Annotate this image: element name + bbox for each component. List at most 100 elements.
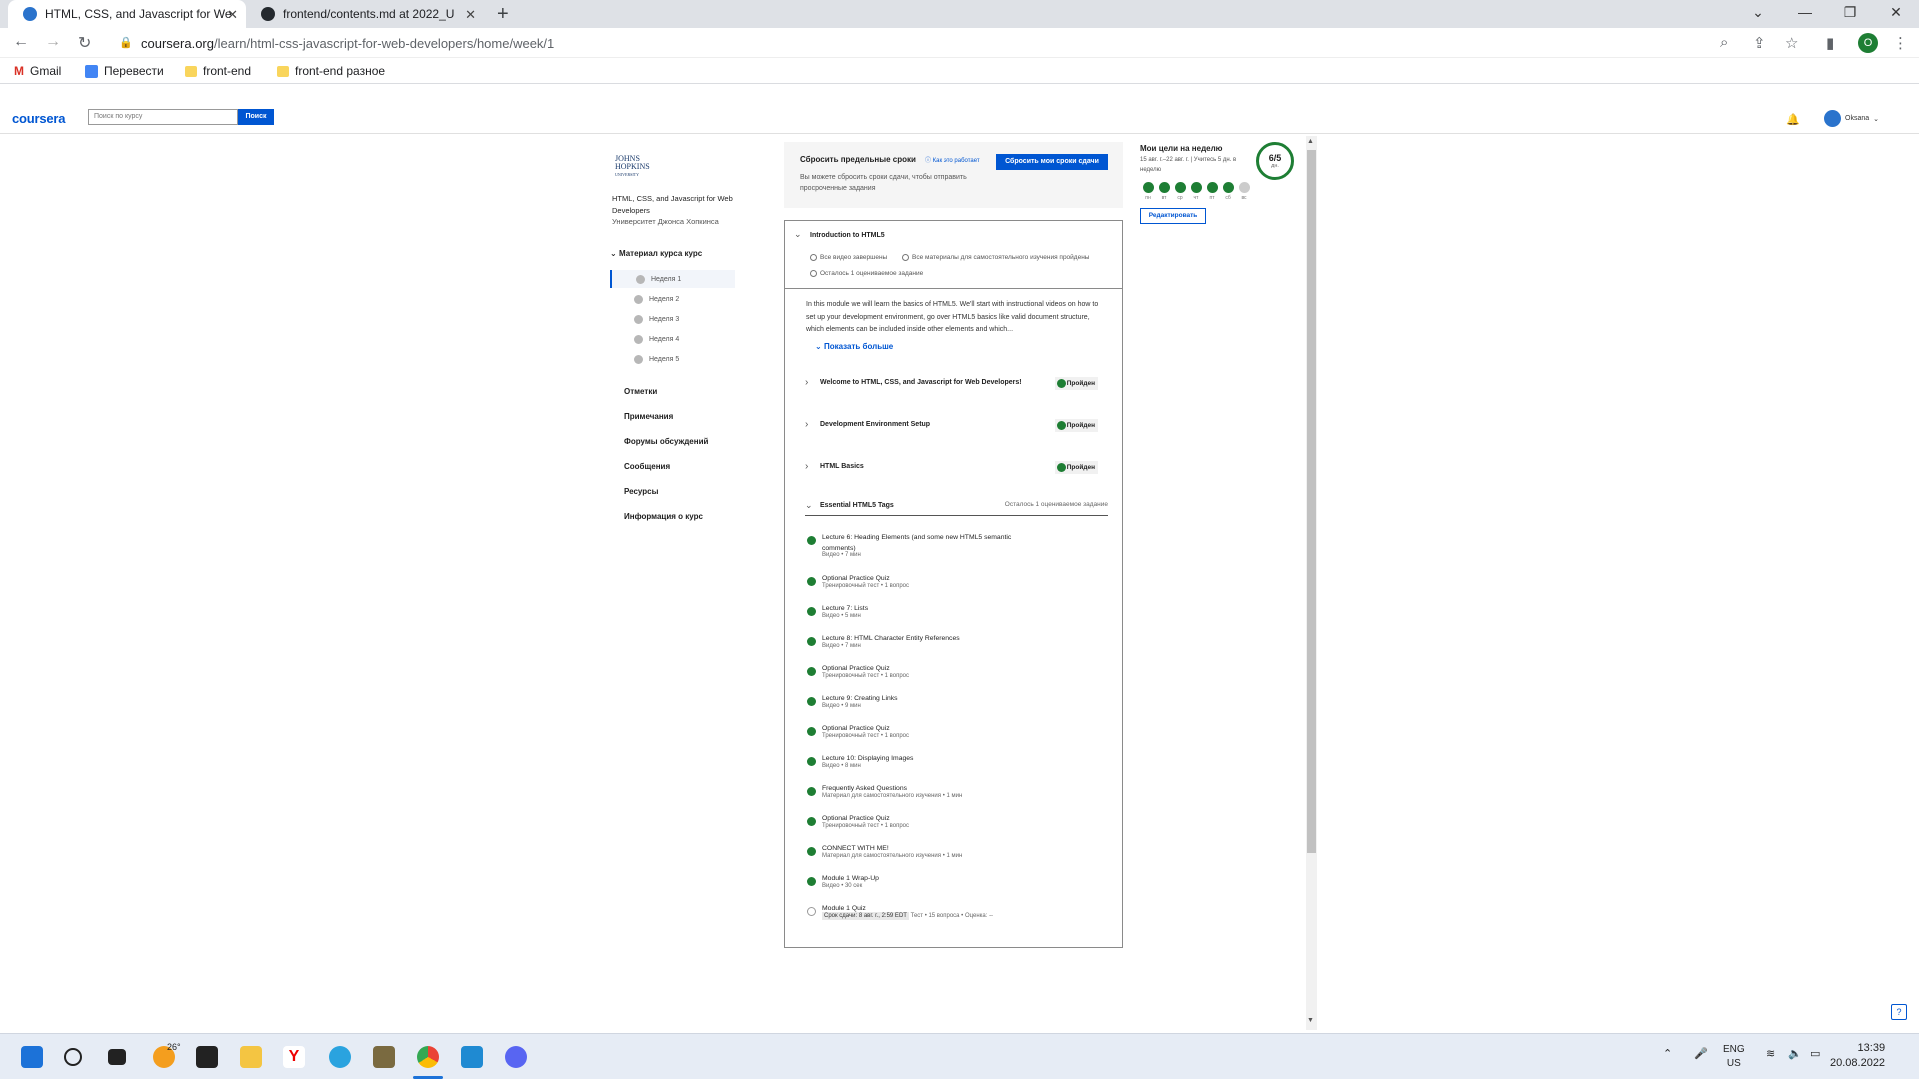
sidebar-item-notes[interactable]: Примечания <box>624 412 673 421</box>
menu-icon[interactable]: ⋮ <box>1893 34 1908 52</box>
list-item[interactable]: Lecture 10: Displaying Images Видео • 8 м… <box>807 753 1107 779</box>
bookmark-star-icon[interactable]: ☆ <box>1785 34 1798 52</box>
check-circle-icon <box>807 877 816 886</box>
coursera-logo[interactable]: coursera <box>12 111 66 126</box>
scroll-down-icon[interactable]: ▼ <box>1307 1017 1314 1024</box>
bell-icon[interactable]: 🔔 <box>1786 113 1800 126</box>
microphone-icon[interactable]: 🎤 <box>1694 1047 1708 1060</box>
university-logo[interactable]: JOHNS HOPKINS UNIVERSITY <box>615 155 650 179</box>
chevron-right-icon: › <box>805 461 809 472</box>
tab-github[interactable]: frontend/contents.md at 2022_U ✕ <box>246 0 484 28</box>
terminal-icon[interactable] <box>196 1046 218 1068</box>
battery-icon[interactable]: ▭ <box>1810 1047 1820 1060</box>
sidebar-item-messages[interactable]: Сообщения <box>624 462 670 471</box>
close-window-icon[interactable]: ✕ <box>1886 4 1906 21</box>
tray-chevron-icon[interactable]: ⌃ <box>1663 1047 1672 1060</box>
lesson-row[interactable]: › Welcome to HTML, CSS, and Javascript f… <box>805 377 1105 391</box>
task-view-icon[interactable] <box>108 1049 126 1065</box>
lesson-row[interactable]: › Development Environment Setup Пройден <box>805 419 1105 433</box>
lock-icon[interactable]: 🔒 <box>119 36 133 49</box>
sidebar-item-resources[interactable]: Ресурсы <box>624 487 658 496</box>
start-icon[interactable] <box>21 1046 43 1068</box>
list-item[interactable]: Module 1 Wrap-Up Видео • 30 сек <box>807 873 1107 899</box>
edit-goals-button[interactable]: Редактировать <box>1140 208 1206 224</box>
day-sun: вс <box>1238 182 1250 201</box>
bookmark-frontend[interactable]: front-end <box>185 64 251 78</box>
clock[interactable]: 13:39 20.08.2022 <box>1830 1041 1885 1071</box>
discord-icon[interactable] <box>505 1046 527 1068</box>
list-item[interactable]: Lecture 9: Creating Links Видео • 9 мин <box>807 693 1107 719</box>
sidebar-item-week-5[interactable]: Неделя 5 <box>610 350 735 368</box>
forward-icon[interactable]: → <box>45 33 61 51</box>
search-icon[interactable] <box>64 1048 82 1066</box>
wifi-icon[interactable]: ≋ <box>1766 1047 1775 1060</box>
list-item[interactable]: Optional Practice Quiz Тренировочный тест… <box>807 663 1107 689</box>
app-icon[interactable] <box>373 1046 395 1068</box>
reset-deadlines-button[interactable]: Сбросить мои сроки сдачи <box>996 154 1108 170</box>
course-material-toggle[interactable]: ⌄ Материал курса курс <box>610 249 702 258</box>
list-item[interactable]: Lecture 7: Lists Видео • 5 мин <box>807 603 1107 629</box>
file-explorer-icon[interactable] <box>240 1046 262 1068</box>
vscode-icon[interactable] <box>461 1046 483 1068</box>
bookmark-frontend-misc[interactable]: front-end разное <box>277 64 385 78</box>
list-item[interactable]: Optional Practice Quiz Тренировочный тест… <box>807 813 1107 839</box>
volume-icon[interactable]: 🔈 <box>1788 1047 1802 1060</box>
sidebar-item-grades[interactable]: Отметки <box>624 387 657 396</box>
bookmark-translate[interactable]: Перевести <box>85 64 164 78</box>
sidebar-item-week-1[interactable]: Неделя 1 <box>610 270 735 288</box>
status-badge: Пройден <box>1054 419 1098 432</box>
close-tab-icon[interactable]: ✕ <box>227 7 238 23</box>
search-input[interactable]: Поиск по курсу <box>88 109 238 125</box>
restore-icon[interactable]: ❐ <box>1840 4 1860 21</box>
sidebar-item-week-2[interactable]: Неделя 2 <box>610 290 735 308</box>
reload-icon[interactable]: ↻ <box>78 33 91 53</box>
sidebar-item-forums[interactable]: Форумы обсуждений <box>624 437 708 446</box>
list-item[interactable]: Lecture 8: HTML Character Entity Referen… <box>807 633 1107 659</box>
show-more-link[interactable]: ⌄ Показать больше <box>815 342 893 351</box>
side-panel-icon[interactable]: ▮ <box>1826 34 1834 52</box>
back-icon[interactable]: ← <box>13 33 29 51</box>
search-button[interactable]: Поиск <box>238 109 274 125</box>
user-menu[interactable]: Oksana ⌄ <box>1824 110 1879 127</box>
reset-title: Сбросить предельные сроки <box>800 155 916 164</box>
help-icon[interactable]: ? <box>1891 1004 1907 1020</box>
lesson-row[interactable]: › HTML Basics Пройден <box>805 461 1105 475</box>
bookmark-gmail[interactable]: M Gmail <box>14 64 61 78</box>
check-circle-icon <box>807 667 816 676</box>
list-item[interactable]: Lecture 6: Heading Elements (and some ne… <box>807 532 1107 558</box>
list-item[interactable]: Frequently Asked Questions Материал для с… <box>807 783 1107 809</box>
sidebar-item-week-3[interactable]: Неделя 3 <box>610 310 735 328</box>
scroll-up-icon[interactable]: ▲ <box>1307 138 1314 145</box>
scrollbar-thumb[interactable] <box>1307 150 1316 853</box>
check-circle-icon <box>902 254 909 261</box>
sidebar-item-course-info[interactable]: Информация о курс <box>624 512 703 521</box>
chevron-down-icon: ⌄ <box>1873 115 1879 123</box>
weather-temp: 26° <box>167 1042 181 1052</box>
address-bar[interactable]: coursera.org/learn/html-css-javascript-f… <box>141 36 554 51</box>
language-indicator[interactable]: ENG US <box>1723 1043 1745 1071</box>
module-title[interactable]: Introduction to HTML5 <box>810 232 885 239</box>
list-item[interactable]: Optional Practice Quiz Тренировочный тест… <box>807 573 1107 599</box>
list-item[interactable]: Optional Practice Quiz Тренировочный тест… <box>807 723 1107 749</box>
zoom-icon[interactable]: ⌕ <box>1720 34 1728 51</box>
check-circle-icon <box>807 727 816 736</box>
minimize-icon[interactable]: — <box>1795 4 1815 20</box>
yandex-icon[interactable]: Y <box>283 1046 305 1068</box>
section-header[interactable]: ⌄ Essential HTML5 Tags Осталось 1 оценив… <box>805 500 1108 516</box>
tab-coursera[interactable]: HTML, CSS, and Javascript for We ✕ <box>8 0 246 28</box>
chevron-down-icon[interactable]: ⌄ <box>794 229 802 240</box>
list-item[interactable]: Module 1 Quiz Срок сдачи: 8 авг. г., 2:59… <box>807 903 1107 929</box>
gmail-icon: M <box>14 64 24 78</box>
how-it-works-link[interactable]: ⓘ Как это работает <box>925 155 980 164</box>
sidebar-item-week-4[interactable]: Неделя 4 <box>610 330 735 348</box>
telegram-icon[interactable] <box>329 1046 351 1068</box>
profile-avatar[interactable]: O <box>1858 33 1878 53</box>
list-item[interactable]: CONNECT WITH ME! Материал для самостоятел… <box>807 843 1107 869</box>
share-icon[interactable]: ⇪ <box>1753 34 1766 52</box>
bookmarks-bar: M Gmail Перевести front-end front-end раз… <box>0 58 1919 84</box>
tab-search-icon[interactable]: ⌄ <box>1748 4 1768 21</box>
chrome-icon[interactable] <box>417 1046 439 1068</box>
close-tab-icon[interactable]: ✕ <box>465 7 476 23</box>
chevron-right-icon: › <box>805 419 809 430</box>
new-tab-icon[interactable]: + <box>497 3 509 26</box>
